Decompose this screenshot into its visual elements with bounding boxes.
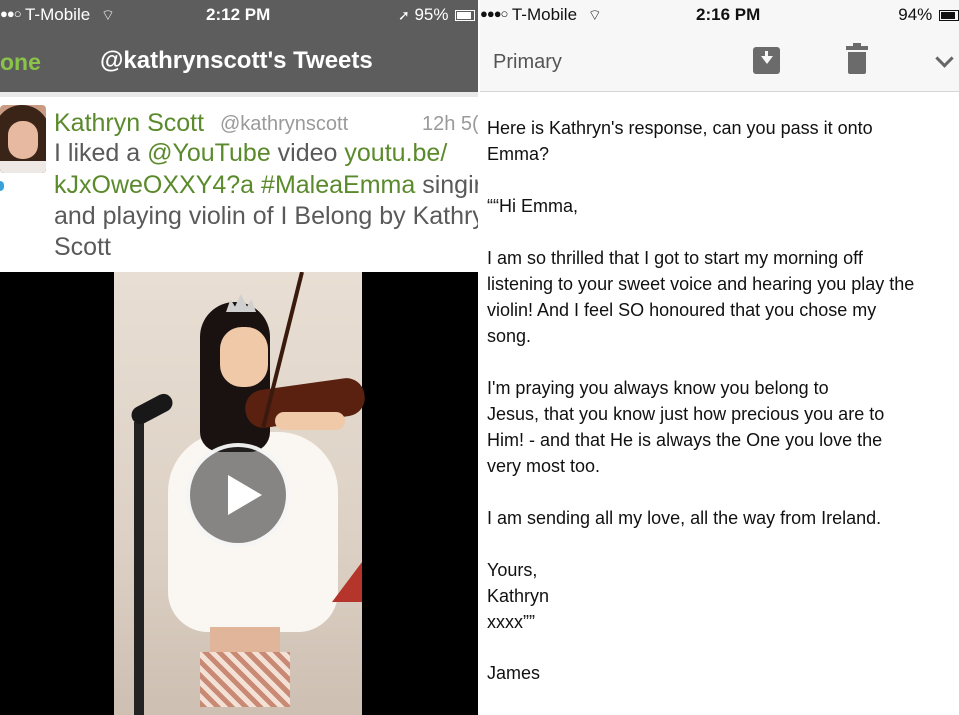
signal-icon: ●●●○ bbox=[480, 6, 508, 21]
nav-bar: Primary bbox=[480, 30, 959, 92]
email-text-line: Emma? bbox=[487, 144, 550, 164]
battery-indicator: ➚ 95% bbox=[398, 5, 476, 25]
archive-icon[interactable] bbox=[753, 47, 780, 74]
mention-link[interactable]: @YouTube bbox=[147, 139, 271, 167]
status-bar: ●●○ T-Mobile ⌔ 2:12 PM ➚ 95% bbox=[0, 0, 478, 30]
carrier-indicator: ●●○ T-Mobile ⌔ bbox=[0, 5, 115, 25]
tweet-text-line: Scott bbox=[54, 233, 111, 261]
video-girl-face bbox=[220, 327, 268, 387]
nav-bar: one @kathrynscott's Tweets bbox=[0, 30, 478, 92]
tweet-text-line: kJxOweOXXY4?a #MaleaEmma singir bbox=[54, 171, 478, 200]
tweet-author-name[interactable]: Kathryn Scott bbox=[54, 109, 204, 138]
trash-icon[interactable] bbox=[846, 43, 868, 76]
email-text-line: Yours, bbox=[487, 560, 538, 580]
battery-icon bbox=[455, 10, 476, 22]
mail-panel: ●●●○ T-Mobile ⌔ 2:16 PM 94% Primary Here… bbox=[480, 0, 959, 715]
chevron-down-icon[interactable] bbox=[935, 49, 954, 68]
carrier-label: T-Mobile bbox=[511, 5, 578, 24]
status-time: 2:16 PM bbox=[696, 5, 761, 24]
video-mic-stand bbox=[134, 422, 144, 715]
battery-label: 95% bbox=[414, 5, 449, 24]
battery-label: 94% bbox=[898, 5, 933, 24]
wifi-icon: ⌔ bbox=[587, 7, 602, 24]
tweet-timestamp: 12h 5( bbox=[422, 113, 478, 135]
hashtag-link[interactable]: #MaleaEmma bbox=[261, 171, 415, 199]
email-text-line: James bbox=[487, 663, 541, 683]
done-button[interactable]: one bbox=[0, 49, 41, 76]
wifi-icon: ⌔ bbox=[100, 7, 116, 24]
avatar[interactable] bbox=[0, 105, 46, 173]
email-text-line: I am sending all my love, all the way fr… bbox=[487, 508, 882, 528]
location-icon: ➚ bbox=[398, 7, 410, 23]
tweet-text: I liked a bbox=[54, 139, 148, 167]
email-text-line: Here is Kathryn's response, can you pass… bbox=[487, 118, 873, 138]
play-icon bbox=[228, 475, 262, 515]
email-text-line: violin! And I feel SO honoured that you … bbox=[487, 300, 877, 320]
email-text-line: I'm praying you always know you belong t… bbox=[487, 378, 829, 398]
play-button[interactable] bbox=[186, 443, 290, 547]
video-arm bbox=[275, 412, 345, 430]
email-text-line: listening to your sweet voice and hearin… bbox=[487, 274, 915, 294]
tweet-text bbox=[254, 171, 261, 199]
signal-icon: ●●○ bbox=[0, 6, 22, 21]
email-text-line: I am so thrilled that I got to start my … bbox=[487, 248, 863, 268]
email-text-line: xxxx”” bbox=[487, 612, 535, 632]
email-text-line: song. bbox=[487, 326, 532, 346]
video-shoes bbox=[200, 652, 290, 707]
url-link[interactable]: youtu.be/ bbox=[344, 139, 447, 167]
tweet-item[interactable]: Kathryn Scott @kathrynscott 12h 5( I lik… bbox=[0, 97, 478, 272]
email-text-line: Him! - and that He is always the One you… bbox=[487, 430, 883, 450]
email-text-line: Jesus, that you know just how precious y… bbox=[487, 404, 885, 424]
battery-icon bbox=[939, 10, 959, 22]
tweet-text-line: and playing violin of I Belong by Kathry bbox=[54, 202, 478, 230]
email-text-line: ““Hi Emma, bbox=[487, 196, 578, 216]
mailbox-label[interactable]: Primary bbox=[493, 51, 562, 74]
status-time: 2:12 PM bbox=[206, 5, 271, 24]
email-text-line: very most too. bbox=[487, 456, 601, 476]
tweet-text: video bbox=[270, 139, 345, 167]
email-text-line: Kathryn bbox=[487, 586, 550, 606]
unread-indicator bbox=[0, 181, 4, 191]
tweet-text: singir bbox=[415, 171, 478, 199]
carrier-label: T-Mobile bbox=[24, 5, 91, 24]
page-title: @kathrynscott's Tweets bbox=[100, 47, 373, 74]
tweet-text-line: I liked a @YouTube video youtu.be/ bbox=[54, 139, 447, 168]
status-bar: ●●●○ T-Mobile ⌔ 2:16 PM 94% bbox=[480, 0, 959, 30]
twitter-panel: ●●○ T-Mobile ⌔ 2:12 PM ➚ 95% one @kathry… bbox=[0, 0, 478, 715]
tweet-author-handle: @kathrynscott bbox=[220, 113, 349, 135]
battery-indicator: 94% bbox=[898, 5, 959, 25]
url-link[interactable]: kJxOweOXXY4?a bbox=[54, 171, 254, 199]
carrier-indicator: ●●●○ T-Mobile ⌔ bbox=[480, 5, 602, 25]
